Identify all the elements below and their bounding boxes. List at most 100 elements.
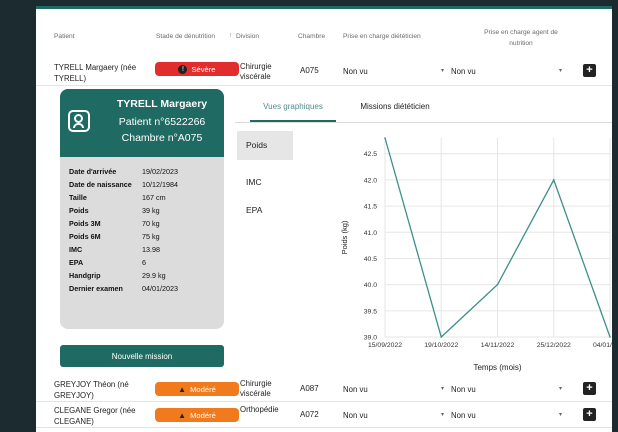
detail-key: Poids 6M <box>69 232 101 241</box>
chambre: A075 <box>300 66 319 75</box>
detail-value: 167 cm <box>142 193 166 202</box>
header-agent-line1: Prise en charge agent de <box>484 29 558 36</box>
metric-imc[interactable]: IMC <box>237 168 293 197</box>
detail-key: Poids <box>69 206 89 215</box>
detail-imc: IMC 13.98 <box>60 245 224 257</box>
agent-select[interactable]: Non vu <box>451 411 476 420</box>
metric-menu: Poids IMC EPA <box>237 131 293 225</box>
status-badge: ▲ Modéré <box>155 408 239 422</box>
active-tab-indicator <box>250 120 336 122</box>
agent-select[interactable]: Non vu <box>451 67 476 76</box>
dieteticien-select[interactable]: Non vu <box>343 67 368 76</box>
division: Chirurgie viscérale <box>240 62 272 81</box>
alert-circle-icon: ! <box>178 64 188 74</box>
x-tick-label: 25/12/2022 <box>537 342 571 349</box>
detail-value: 39 kg <box>142 206 160 215</box>
detail-value: 6 <box>142 258 146 267</box>
header-patient[interactable]: Patient <box>54 33 75 40</box>
header-dieteticien[interactable]: Prise en charge diététicien <box>343 33 421 40</box>
patient-card-header: TYRELL Margaery Patient n°6522266 Chambr… <box>60 89 224 157</box>
detail-poids-3m: Poids 3M 70 kg <box>60 219 224 231</box>
warning-icon: ▲ <box>178 384 187 394</box>
view-tabs: Vues graphiques Missions diététicien <box>235 93 612 123</box>
chevron-down-icon[interactable]: ▾ <box>441 385 444 392</box>
metric-epa[interactable]: EPA <box>237 196 293 225</box>
status-label: Modéré <box>190 410 216 420</box>
data-point <box>384 137 386 139</box>
x-tick-label: 19/10/2022 <box>424 342 458 349</box>
y-tick-label: 39.5 <box>364 308 377 315</box>
detail-value: 70 kg <box>142 219 160 228</box>
detail-key: Dernier examen <box>69 284 123 293</box>
tab-missions-dieteticien[interactable]: Missions diététicien <box>345 102 445 111</box>
data-point <box>609 336 611 338</box>
y-tick-label: 42.5 <box>364 151 377 158</box>
patient-card-name: TYRELL Margaery <box>116 98 208 110</box>
chevron-down-icon[interactable]: ▾ <box>441 67 444 74</box>
status-badge: ! Sévère <box>155 62 239 76</box>
agent-select[interactable]: Non vu <box>451 385 476 394</box>
y-tick-label: 41.0 <box>364 230 377 237</box>
detail-value: 19/02/2023 <box>142 167 178 176</box>
y-tick-label: 42.0 <box>364 177 377 184</box>
detail-poids: Poids 39 kg <box>60 206 224 218</box>
header-stade[interactable]: Stade de dénutrition <box>156 33 215 40</box>
detail-epa: EPA 6 <box>60 258 224 270</box>
detail-value: 04/01/2023 <box>142 284 178 293</box>
division: Orthopédie <box>240 405 279 414</box>
header-chambre[interactable]: Chambre <box>298 33 325 40</box>
detail-handgrip: Handgrip 29.9 kg <box>60 271 224 283</box>
detail-key: IMC <box>69 245 83 254</box>
add-box-icon[interactable]: + <box>583 382 596 395</box>
tab-vues-graphiques[interactable]: Vues graphiques <box>253 102 333 111</box>
chambre: A087 <box>300 384 319 393</box>
detail-key: Taille <box>69 193 87 202</box>
chambre: A072 <box>300 410 319 419</box>
chevron-down-icon[interactable]: ▾ <box>441 411 444 418</box>
dropdown-arrow-icon[interactable]: ▾ <box>559 385 562 392</box>
dieteticien-select[interactable]: Non vu <box>343 385 368 394</box>
table-header: Patient Stade de dénutrition ↑ Division … <box>36 18 612 56</box>
y-tick-label: 40.5 <box>364 256 377 263</box>
add-box-icon[interactable]: + <box>583 408 596 421</box>
weight-chart: 39.0 39.5 40.0 40.5 41.0 41.5 42.0 42.5 15/09/20… <box>340 137 612 372</box>
sort-arrow-icon[interactable]: ↑ <box>229 32 232 39</box>
patient-name[interactable]: GREYJOY Théon (né GREYJOY) <box>54 379 150 401</box>
dropdown-arrow-icon[interactable]: ▾ <box>559 67 562 74</box>
header-agent-nutrition[interactable]: Prise en charge agent de nutrition <box>468 27 574 49</box>
status-label: Sévère <box>191 64 216 74</box>
patient-name[interactable]: CLEGANE Gregor (née CLEGANE) <box>54 405 150 427</box>
detail-key: EPA <box>69 258 84 267</box>
detail-value: 29.9 kg <box>142 271 166 280</box>
y-tick-label: 39.0 <box>364 335 377 342</box>
y-tick-label: 40.0 <box>364 282 377 289</box>
x-tick-label: 14/11/2022 <box>481 342 515 349</box>
table-row[interactable]: GREYJOY Théon (né GREYJOY) ▲ Modéré Chiru… <box>36 378 612 402</box>
status-badge: ▲ Modéré <box>155 382 239 396</box>
add-box-icon[interactable]: + <box>583 64 596 77</box>
status-label: Modéré <box>190 384 216 394</box>
patient-number: Patient n°6522266 <box>118 116 206 128</box>
dropdown-arrow-icon[interactable]: ▾ <box>559 411 562 418</box>
detail-arrivee: Date d'arrivée 19/02/2023 <box>60 167 224 179</box>
user-avatar-icon <box>68 110 90 132</box>
detail-dernier-examen: Dernier examen 04/01/2023 <box>60 284 224 296</box>
top-bar <box>36 6 612 9</box>
patient-name[interactable]: TYRELL Margaery (née TYRELL) <box>54 62 150 84</box>
dieteticien-select[interactable]: Non vu <box>343 411 368 420</box>
table-row[interactable]: CLEGANE Gregor (née CLEGANE) ▲ Modéré Ort… <box>36 404 612 428</box>
app-window: Patient Stade de dénutrition ↑ Division … <box>36 6 612 432</box>
detail-value: 13.98 <box>142 245 160 254</box>
table-row[interactable]: TYRELL Margaery (née TYRELL) ! Sévère Chi… <box>36 56 612 86</box>
patient-card: TYRELL Margaery Patient n°6522266 Chambr… <box>60 89 224 329</box>
x-tick-label: 04/01/2023 <box>593 342 612 349</box>
detail-key: Date d'arrivée <box>69 167 117 176</box>
division: Chirurgie viscérale <box>240 379 272 398</box>
detail-value: 10/12/1984 <box>142 180 178 189</box>
detail-taille: Taille 167 cm <box>60 193 224 205</box>
new-mission-button[interactable]: Nouvelle mission <box>60 345 224 367</box>
detail-key: Handgrip <box>69 271 101 280</box>
warning-icon: ▲ <box>178 410 187 420</box>
header-division[interactable]: Division <box>236 33 259 40</box>
metric-poids[interactable]: Poids <box>237 131 293 160</box>
